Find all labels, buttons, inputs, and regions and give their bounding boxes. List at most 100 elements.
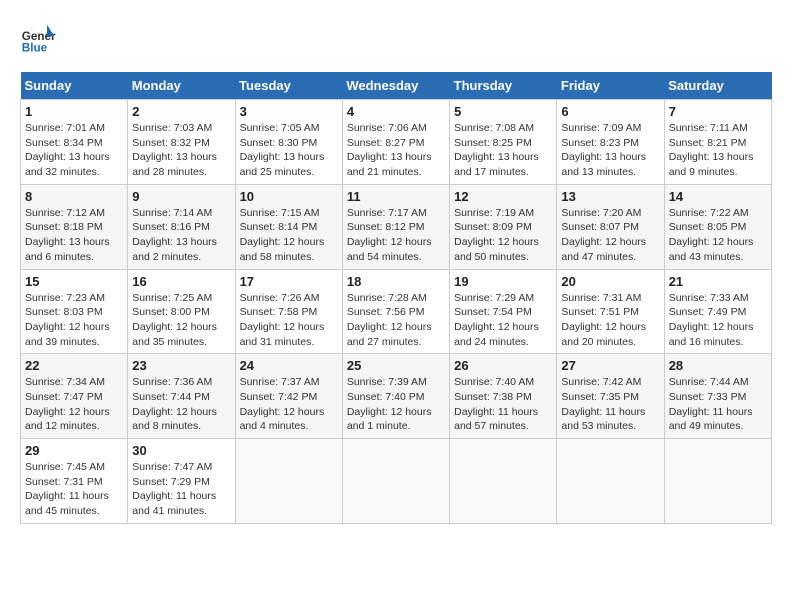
day-number: 30 bbox=[132, 443, 230, 458]
day-info: Sunrise: 7:42 AM Sunset: 7:35 PM Dayligh… bbox=[561, 375, 659, 434]
calendar-cell: 12 Sunrise: 7:19 AM Sunset: 8:09 PM Dayli… bbox=[450, 184, 557, 269]
day-number: 16 bbox=[132, 274, 230, 289]
day-info: Sunrise: 7:12 AM Sunset: 8:18 PM Dayligh… bbox=[25, 206, 123, 265]
day-info: Sunrise: 7:03 AM Sunset: 8:32 PM Dayligh… bbox=[132, 121, 230, 180]
weekday-header-saturday: Saturday bbox=[664, 72, 771, 100]
calendar-cell bbox=[235, 439, 342, 524]
day-number: 21 bbox=[669, 274, 767, 289]
calendar-week-1: 1 Sunrise: 7:01 AM Sunset: 8:34 PM Daylig… bbox=[21, 100, 772, 185]
calendar-cell: 23Sunrise: 7:36 AM Sunset: 7:44 PM Dayli… bbox=[128, 354, 235, 439]
day-number: 23 bbox=[132, 358, 230, 373]
calendar-cell: 21 Sunrise: 7:33 AM Sunset: 7:49 PM Dayli… bbox=[664, 269, 771, 354]
day-number: 24 bbox=[240, 358, 338, 373]
day-number: 26 bbox=[454, 358, 552, 373]
calendar-cell bbox=[450, 439, 557, 524]
day-number: 10 bbox=[240, 189, 338, 204]
day-number: 17 bbox=[240, 274, 338, 289]
day-number: 25 bbox=[347, 358, 445, 373]
day-info: Sunrise: 7:29 AM Sunset: 7:54 PM Dayligh… bbox=[454, 291, 552, 350]
calendar-cell: 29 Sunrise: 7:45 AM Sunset: 7:31 PM Dayli… bbox=[21, 439, 128, 524]
calendar-cell: 13 Sunrise: 7:20 AM Sunset: 8:07 PM Dayli… bbox=[557, 184, 664, 269]
day-number: 5 bbox=[454, 104, 552, 119]
calendar-week-4: 22 Sunrise: 7:34 AM Sunset: 7:47 PM Dayli… bbox=[21, 354, 772, 439]
day-info: Sunrise: 7:47 AM Sunset: 7:29 PM Dayligh… bbox=[132, 460, 230, 519]
weekday-header-sunday: Sunday bbox=[21, 72, 128, 100]
day-info: Sunrise: 7:34 AM Sunset: 7:47 PM Dayligh… bbox=[25, 375, 123, 434]
calendar-week-5: 29 Sunrise: 7:45 AM Sunset: 7:31 PM Dayli… bbox=[21, 439, 772, 524]
day-number: 28 bbox=[669, 358, 767, 373]
day-number: 9 bbox=[132, 189, 230, 204]
day-number: 12 bbox=[454, 189, 552, 204]
day-info: Sunrise: 7:37 AM Sunset: 7:42 PM Dayligh… bbox=[240, 375, 338, 434]
day-info: Sunrise: 7:45 AM Sunset: 7:31 PM Dayligh… bbox=[25, 460, 123, 519]
day-info: Sunrise: 7:25 AM Sunset: 8:00 PM Dayligh… bbox=[132, 291, 230, 350]
day-info: Sunrise: 7:20 AM Sunset: 8:07 PM Dayligh… bbox=[561, 206, 659, 265]
calendar-cell: 26 Sunrise: 7:40 AM Sunset: 7:38 PM Dayli… bbox=[450, 354, 557, 439]
day-info: Sunrise: 7:01 AM Sunset: 8:34 PM Dayligh… bbox=[25, 121, 123, 180]
day-number: 4 bbox=[347, 104, 445, 119]
calendar-cell bbox=[664, 439, 771, 524]
day-number: 13 bbox=[561, 189, 659, 204]
weekday-header-wednesday: Wednesday bbox=[342, 72, 449, 100]
day-number: 20 bbox=[561, 274, 659, 289]
day-number: 27 bbox=[561, 358, 659, 373]
day-info: Sunrise: 7:14 AM Sunset: 8:16 PM Dayligh… bbox=[132, 206, 230, 265]
logo: General Blue bbox=[20, 20, 56, 56]
day-info: Sunrise: 7:28 AM Sunset: 7:56 PM Dayligh… bbox=[347, 291, 445, 350]
day-info: Sunrise: 7:08 AM Sunset: 8:25 PM Dayligh… bbox=[454, 121, 552, 180]
day-info: Sunrise: 7:22 AM Sunset: 8:05 PM Dayligh… bbox=[669, 206, 767, 265]
calendar-cell: 6 Sunrise: 7:09 AM Sunset: 8:23 PM Daylig… bbox=[557, 100, 664, 185]
calendar-cell: 10 Sunrise: 7:15 AM Sunset: 8:14 PM Dayli… bbox=[235, 184, 342, 269]
calendar-cell: 7 Sunrise: 7:11 AM Sunset: 8:21 PM Daylig… bbox=[664, 100, 771, 185]
day-number: 22 bbox=[25, 358, 123, 373]
calendar-cell: 1 Sunrise: 7:01 AM Sunset: 8:34 PM Daylig… bbox=[21, 100, 128, 185]
day-number: 6 bbox=[561, 104, 659, 119]
calendar-cell: 3Sunrise: 7:05 AM Sunset: 8:30 PM Daylig… bbox=[235, 100, 342, 185]
day-number: 15 bbox=[25, 274, 123, 289]
day-info: Sunrise: 7:40 AM Sunset: 7:38 PM Dayligh… bbox=[454, 375, 552, 434]
day-number: 3 bbox=[240, 104, 338, 119]
day-info: Sunrise: 7:33 AM Sunset: 7:49 PM Dayligh… bbox=[669, 291, 767, 350]
calendar-table: SundayMondayTuesdayWednesdayThursdayFrid… bbox=[20, 72, 772, 524]
svg-text:Blue: Blue bbox=[22, 42, 48, 55]
day-info: Sunrise: 7:06 AM Sunset: 8:27 PM Dayligh… bbox=[347, 121, 445, 180]
calendar-week-2: 8 Sunrise: 7:12 AM Sunset: 8:18 PM Daylig… bbox=[21, 184, 772, 269]
calendar-cell: 28 Sunrise: 7:44 AM Sunset: 7:33 PM Dayli… bbox=[664, 354, 771, 439]
calendar-cell bbox=[342, 439, 449, 524]
calendar-cell: 27 Sunrise: 7:42 AM Sunset: 7:35 PM Dayli… bbox=[557, 354, 664, 439]
calendar-week-3: 15 Sunrise: 7:23 AM Sunset: 8:03 PM Dayli… bbox=[21, 269, 772, 354]
weekday-header-monday: Monday bbox=[128, 72, 235, 100]
calendar-cell: 2Sunrise: 7:03 AM Sunset: 8:32 PM Daylig… bbox=[128, 100, 235, 185]
calendar-cell: 16 Sunrise: 7:25 AM Sunset: 8:00 PM Dayli… bbox=[128, 269, 235, 354]
day-info: Sunrise: 7:44 AM Sunset: 7:33 PM Dayligh… bbox=[669, 375, 767, 434]
calendar-cell: 19 Sunrise: 7:29 AM Sunset: 7:54 PM Dayli… bbox=[450, 269, 557, 354]
calendar-cell: 20Sunrise: 7:31 AM Sunset: 7:51 PM Dayli… bbox=[557, 269, 664, 354]
calendar-cell bbox=[557, 439, 664, 524]
calendar-cell: 14 Sunrise: 7:22 AM Sunset: 8:05 PM Dayli… bbox=[664, 184, 771, 269]
calendar-cell: 24 Sunrise: 7:37 AM Sunset: 7:42 PM Dayli… bbox=[235, 354, 342, 439]
calendar-cell: 25 Sunrise: 7:39 AM Sunset: 7:40 PM Dayli… bbox=[342, 354, 449, 439]
weekday-header-row: SundayMondayTuesdayWednesdayThursdayFrid… bbox=[21, 72, 772, 100]
day-info: Sunrise: 7:23 AM Sunset: 8:03 PM Dayligh… bbox=[25, 291, 123, 350]
day-number: 7 bbox=[669, 104, 767, 119]
day-info: Sunrise: 7:26 AM Sunset: 7:58 PM Dayligh… bbox=[240, 291, 338, 350]
day-info: Sunrise: 7:19 AM Sunset: 8:09 PM Dayligh… bbox=[454, 206, 552, 265]
day-info: Sunrise: 7:09 AM Sunset: 8:23 PM Dayligh… bbox=[561, 121, 659, 180]
calendar-cell: 4 Sunrise: 7:06 AM Sunset: 8:27 PM Daylig… bbox=[342, 100, 449, 185]
calendar-cell: 15 Sunrise: 7:23 AM Sunset: 8:03 PM Dayli… bbox=[21, 269, 128, 354]
weekday-header-thursday: Thursday bbox=[450, 72, 557, 100]
logo-icon: General Blue bbox=[20, 20, 56, 56]
day-info: Sunrise: 7:39 AM Sunset: 7:40 PM Dayligh… bbox=[347, 375, 445, 434]
day-number: 1 bbox=[25, 104, 123, 119]
calendar-cell: 11Sunrise: 7:17 AM Sunset: 8:12 PM Dayli… bbox=[342, 184, 449, 269]
day-number: 8 bbox=[25, 189, 123, 204]
weekday-header-tuesday: Tuesday bbox=[235, 72, 342, 100]
day-info: Sunrise: 7:11 AM Sunset: 8:21 PM Dayligh… bbox=[669, 121, 767, 180]
calendar-cell: 18 Sunrise: 7:28 AM Sunset: 7:56 PM Dayli… bbox=[342, 269, 449, 354]
day-number: 19 bbox=[454, 274, 552, 289]
day-number: 14 bbox=[669, 189, 767, 204]
day-info: Sunrise: 7:17 AM Sunset: 8:12 PM Dayligh… bbox=[347, 206, 445, 265]
day-number: 18 bbox=[347, 274, 445, 289]
day-info: Sunrise: 7:15 AM Sunset: 8:14 PM Dayligh… bbox=[240, 206, 338, 265]
day-number: 29 bbox=[25, 443, 123, 458]
